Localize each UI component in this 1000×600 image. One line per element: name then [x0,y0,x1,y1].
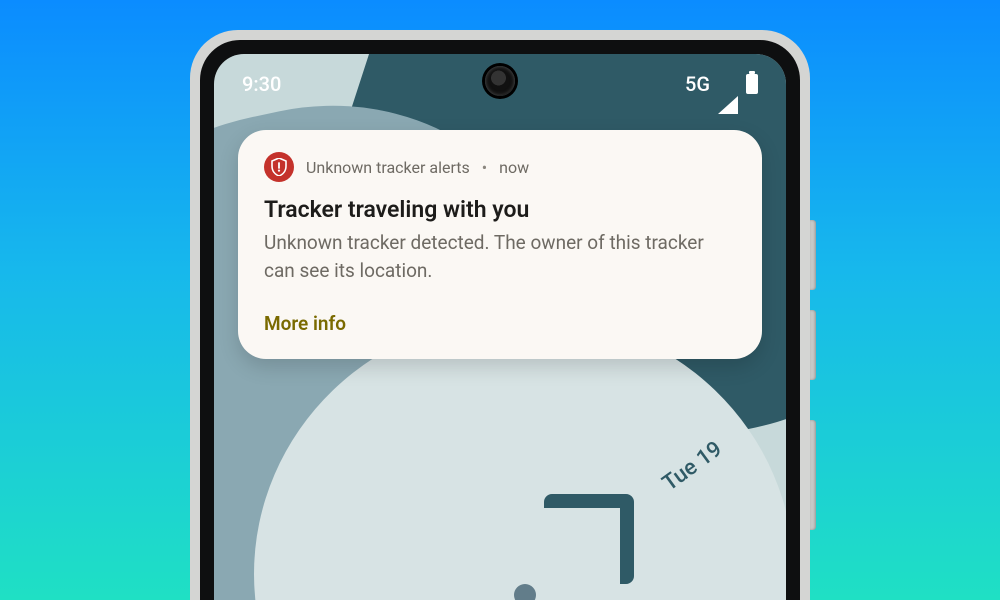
notification-timestamp: now [499,158,529,177]
power-button[interactable] [810,420,816,530]
wallpaper-dot [514,584,536,600]
clock: 9:30 [242,72,281,96]
signal-icon [718,72,738,96]
battery-icon [746,74,758,94]
notification-header: Unknown tracker alerts • now [264,152,736,182]
phone-bezel: Tue 19 9:30 5G [200,40,800,600]
more-info-button[interactable]: More info [264,312,346,335]
phone-screen: Tue 19 9:30 5G [214,54,786,600]
volume-down-button[interactable] [810,310,816,380]
wallpaper-clock-hand [544,494,634,584]
separator-dot: • [482,158,487,177]
notification-app-name: Unknown tracker alerts [306,158,470,177]
network-label: 5G [685,72,710,96]
front-camera [485,66,515,96]
notification-title: Tracker traveling with you [264,196,736,223]
shield-alert-icon [264,152,294,182]
notification-card[interactable]: Unknown tracker alerts • now Tracker tra… [238,130,762,359]
volume-up-button[interactable] [810,220,816,290]
phone-frame: Tue 19 9:30 5G [190,30,810,600]
notification-body: Unknown tracker detected. The owner of t… [264,229,736,284]
